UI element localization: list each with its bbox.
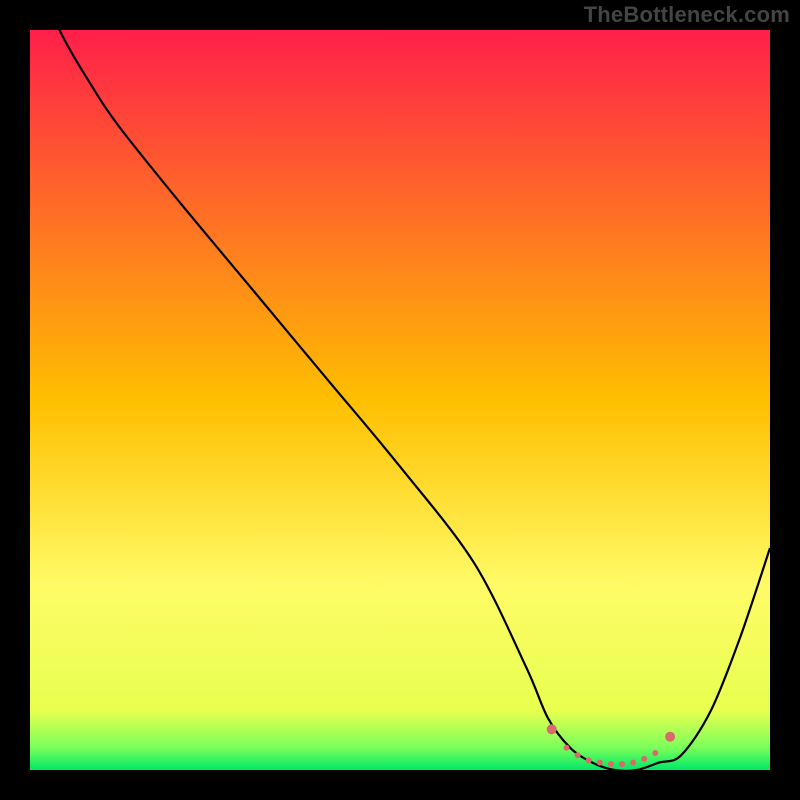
plot-area bbox=[30, 30, 770, 770]
optimal-marker bbox=[586, 757, 592, 763]
optimal-marker bbox=[641, 756, 647, 762]
optimal-marker bbox=[665, 732, 675, 742]
optimal-marker bbox=[652, 750, 658, 756]
optimal-marker bbox=[619, 761, 625, 767]
optimal-marker bbox=[564, 745, 570, 751]
attribution-text: TheBottleneck.com bbox=[584, 2, 790, 28]
optimal-marker bbox=[597, 760, 603, 766]
bottleneck-chart bbox=[0, 0, 800, 800]
optimal-marker bbox=[575, 752, 581, 758]
optimal-marker bbox=[547, 724, 557, 734]
chart-frame: TheBottleneck.com bbox=[0, 0, 800, 800]
optimal-marker bbox=[608, 761, 614, 767]
optimal-marker bbox=[630, 760, 636, 766]
